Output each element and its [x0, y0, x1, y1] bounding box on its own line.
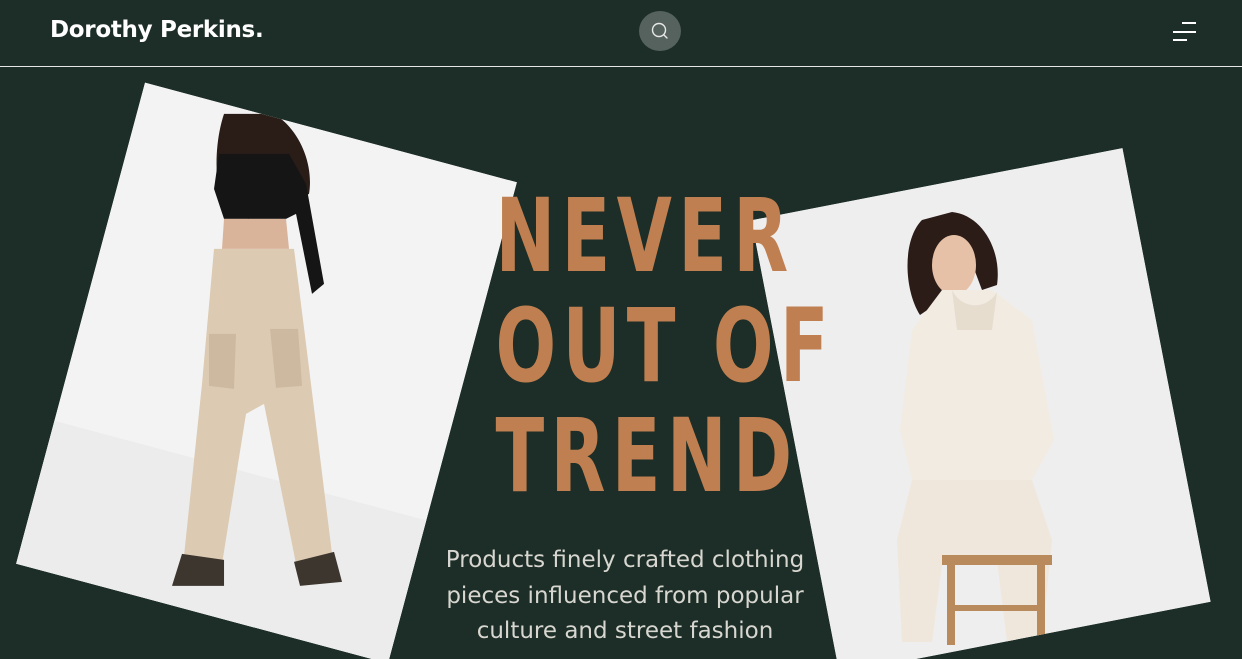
headline-line-3: TREND [495, 397, 799, 516]
top-navigation-bar: Dorothy Perkins. [0, 0, 1242, 67]
menu-button[interactable] [1168, 17, 1202, 47]
tagline-line-1: Products finely crafted clothing [445, 547, 805, 573]
search-button[interactable] [639, 11, 681, 51]
search-icon [651, 22, 668, 39]
hero-headline: NEVER OUT OF TREND [495, 177, 836, 516]
headline-line-2: OUT OF [495, 287, 836, 406]
hamburger-menu-icon [1173, 22, 1196, 41]
tagline-line-3: culture and street fashion [476, 618, 774, 644]
brand-logo[interactable]: Dorothy Perkins. [50, 17, 264, 43]
tagline-line-2: pieces influenced from popular [446, 582, 804, 609]
headline-line-1: NEVER [495, 177, 795, 296]
hero-tagline: Products finely crafted clothing pieces … [430, 543, 820, 650]
